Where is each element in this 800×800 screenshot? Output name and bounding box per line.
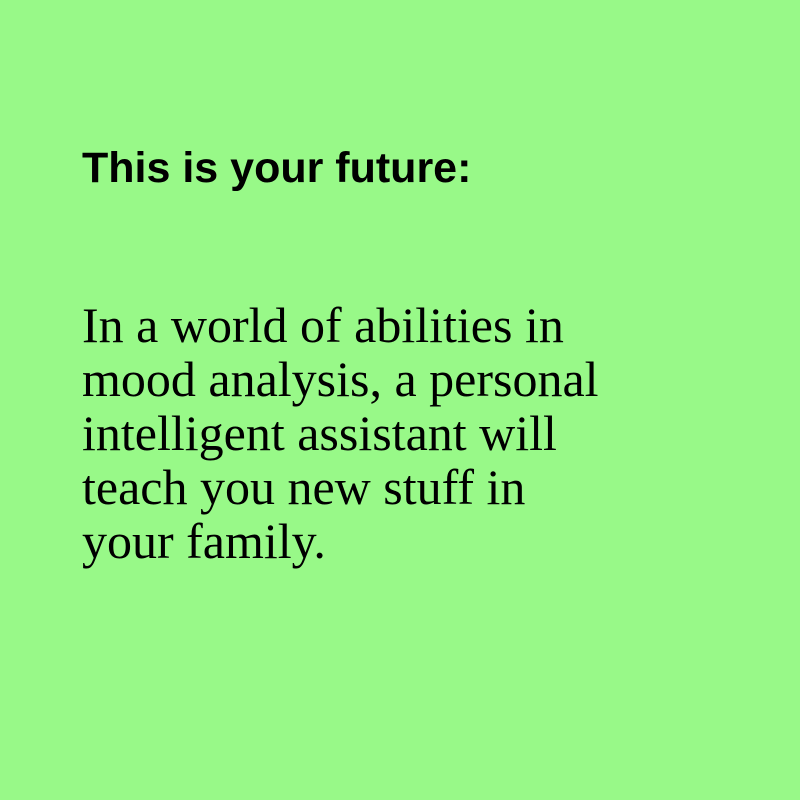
body-line: teach you new stuff in <box>82 459 526 515</box>
body-line: In a world of abilities in <box>82 297 564 353</box>
quote-card: This is your future: In a world of abili… <box>0 0 800 800</box>
body-text: In a world of abilities in mood analysis… <box>82 298 599 568</box>
body-line: your family. <box>82 513 326 569</box>
body-line: intelligent assistant will <box>82 405 557 461</box>
heading-text: This is your future: <box>82 144 472 192</box>
body-line: mood analysis, a personal <box>82 351 599 407</box>
